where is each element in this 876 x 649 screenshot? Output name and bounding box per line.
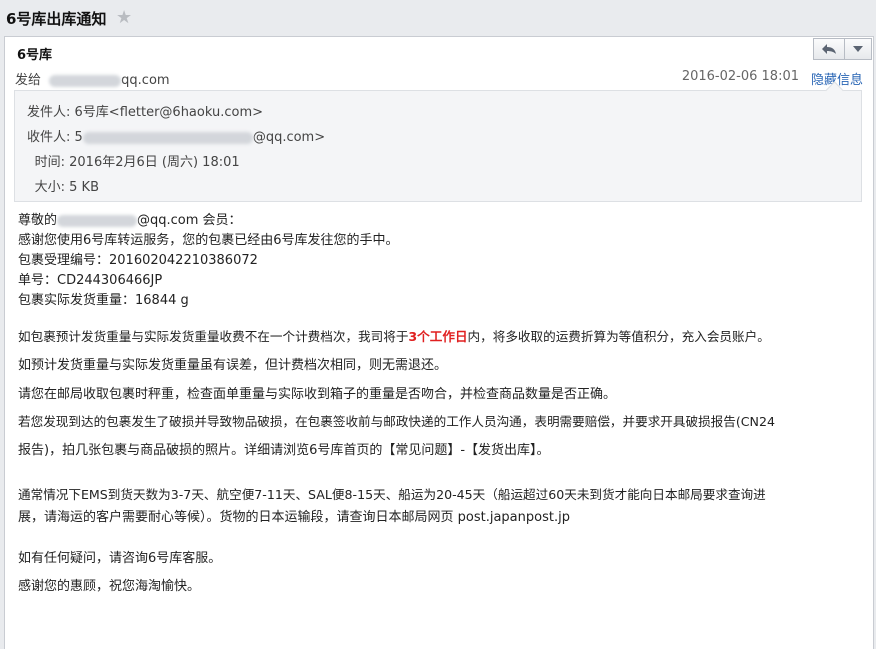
thanks-line: 感谢您使用6号库转运服务，您的包裹已经由6号库发往您的手中。 <box>18 233 399 248</box>
check-weight-paragraph: 请您在邮局收取包裹时秤重，检查面单重量与实际收到箱子的重量是否吻合，并检查商品数… <box>18 387 617 402</box>
detail-to: 收件人: 5 @qq.com> <box>27 126 325 145</box>
reply-button-group <box>813 38 872 60</box>
refund-text-b: 内，将多收取的运费折算为等值积分，充入会员账户。 <box>467 329 770 344</box>
to-value-end: @qq.com> <box>252 130 326 145</box>
detail-size: 大小: 5 KB <box>15 176 99 195</box>
greeting-line: 尊敬的 @qq.com 会员： <box>18 209 242 228</box>
reply-arrow-icon <box>822 44 836 54</box>
tracking-number-line: 单号：CD244306466JP <box>18 273 163 288</box>
recipient-line: 发给 qq.com <box>15 69 170 88</box>
damage-paragraph-line2: 报告)，拍几张包裹与商品破损的照片。详细请浏览6号库首页的【常见问题】-【发货出… <box>18 443 550 458</box>
shipping-time-line1: 通常情况下EMS到货天数为3-7天、航空便7-11天、SAL便8-15天、船运为… <box>18 487 766 502</box>
to-prefix: 发给 <box>15 73 42 88</box>
shipping-time-line2: 展，请海运的客户需要耐心等候）。货物的日本运输段，请查询日本邮局网页 post.… <box>18 510 570 525</box>
email-subject: 6号库出库通知 <box>6 10 107 28</box>
time-label: 时间: <box>34 155 65 170</box>
details-panel: 发件人: 6号库<fletter@6haoku.com> 收件人: 5 @qq.c… <box>14 90 862 202</box>
reply-button[interactable] <box>813 38 845 60</box>
detail-from: 发件人: 6号库<fletter@6haoku.com> <box>27 101 263 120</box>
refund-policy-paragraph: 如包裹预计发货重量与实际发货重量收费不在一个计费档次，我司将于3个工作日内，将多… <box>18 326 770 345</box>
sender-name: 6号库 <box>17 48 53 63</box>
redacted-email <box>49 74 122 87</box>
from-label: 发件人: <box>27 105 71 120</box>
package-number-line: 包裹受理编号：201602042210386072 <box>18 253 258 268</box>
contact-paragraph: 如有任何疑问，请咨询6号库客服。 <box>18 551 222 566</box>
chevron-down-icon <box>853 46 863 52</box>
to-suffix: qq.com <box>121 73 170 88</box>
refund-highlight: 3个工作日 <box>408 329 468 344</box>
closing-paragraph: 感谢您的惠顾，祝您海淘愉快。 <box>18 579 201 594</box>
redacted-member <box>57 214 138 227</box>
to-label: 收件人: <box>27 130 71 145</box>
email-date: 2016-02-06 18:01 <box>681 69 799 84</box>
no-refund-paragraph: 如预计发货重量与实际发货重量虽有误差，但计费档次相同，则无需退还。 <box>18 358 448 373</box>
time-value: 2016年2月6日 (周六) 18:01 <box>69 155 240 170</box>
damage-paragraph-line1: 若您发现到达的包裹发生了破损并导致物品破损，在包裹签收前与邮政快递的工作人员沟通… <box>18 414 775 429</box>
size-label: 大小: <box>34 180 65 195</box>
redacted-recipient <box>82 131 253 144</box>
to-value-start: 5 <box>74 130 83 145</box>
size-value: 5 KB <box>69 180 99 195</box>
from-value: 6号库<fletter@6haoku.com> <box>74 105 264 120</box>
star-icon[interactable]: ★ <box>116 7 132 28</box>
subject-bar: 6号库出库通知 ★ <box>0 0 876 36</box>
email-panel: 6号库 发给 qq.com 2016-02-06 18:01 隐藏信息 发件人:… <box>4 36 874 649</box>
detail-time: 时间: 2016年2月6日 (周六) 18:01 <box>15 151 240 170</box>
greeting-suffix: @qq.com 会员： <box>137 213 242 228</box>
greeting-prefix: 尊敬的 <box>18 213 58 228</box>
refund-text-a: 如包裹预计发货重量与实际发货重量收费不在一个计费档次，我司将于 <box>18 329 409 344</box>
weight-line: 包裹实际发货重量：16844 g <box>18 293 189 308</box>
more-actions-button[interactable] <box>845 38 872 60</box>
